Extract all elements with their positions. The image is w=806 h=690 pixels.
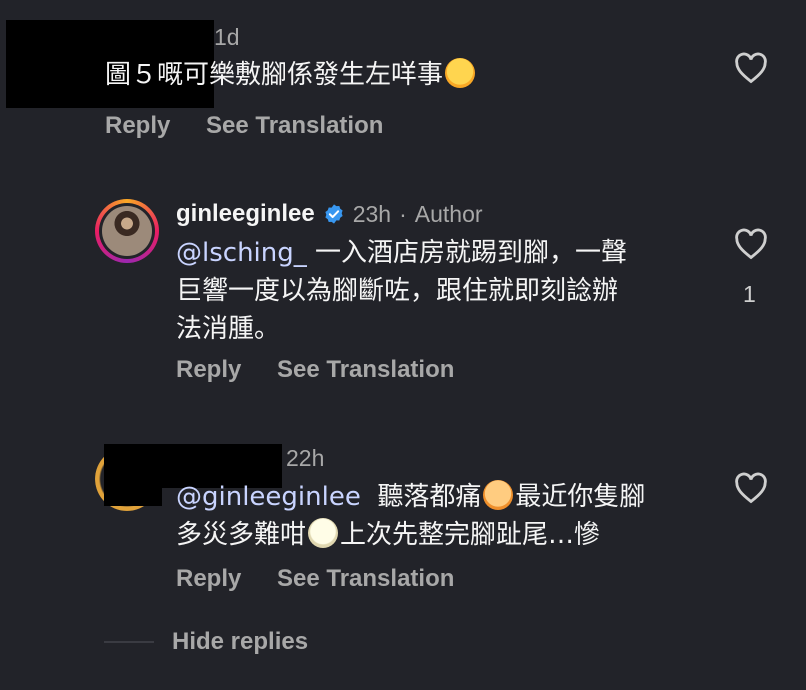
reply-button[interactable]: Reply <box>176 565 241 593</box>
like-heart-icon[interactable] <box>734 52 768 84</box>
redacted-username-extension <box>104 486 162 506</box>
comment-header: ginleeginlee 23h · Author <box>176 200 483 228</box>
comment-text: @lsching_ 一入酒店房就踢到腳，一聲 巨響一度以為腳斷咗，跟住就即刻諗辦… <box>176 238 628 344</box>
avatar-photo <box>102 206 152 256</box>
hide-replies-button[interactable]: Hide replies <box>172 628 308 656</box>
reply-button[interactable]: Reply <box>176 356 241 384</box>
replies-divider <box>104 641 154 643</box>
separator-dot: · <box>399 200 407 227</box>
comment-text: @ginleeginlee 聽落都痛 最近你隻腳 多災多難咁 上次先整完腳趾尾…慘 <box>176 480 646 550</box>
comment-timestamp: 22h <box>286 445 325 471</box>
like-heart-icon[interactable] <box>734 472 768 504</box>
see-translation-button[interactable]: See Translation <box>277 356 454 384</box>
username-link[interactable]: ginleeginlee <box>176 200 315 228</box>
like-heart-icon[interactable] <box>734 228 768 260</box>
reply-button[interactable]: Reply <box>105 112 170 140</box>
comment-text: 圖５嘅可樂敷腳係發生左咩事 <box>105 56 477 94</box>
see-translation-button[interactable]: See Translation <box>206 112 383 140</box>
comment-text-content: 圖５嘅可樂敷腳係發生左咩事 <box>105 60 444 90</box>
cold-face-icon <box>308 518 339 548</box>
verified-badge-icon <box>325 204 343 224</box>
comment-timestamp: 23h <box>352 200 392 227</box>
see-translation-button[interactable]: See Translation <box>277 565 454 593</box>
mention-link[interactable]: @ginleeginlee <box>176 482 361 512</box>
face-with-tears-of-joy-icon <box>445 58 476 88</box>
like-count: 1 <box>743 281 756 307</box>
avatar[interactable] <box>95 199 159 263</box>
face-screaming-in-fear-icon <box>483 480 514 510</box>
author-badge: Author <box>414 200 483 227</box>
comment-timestamp: 1d <box>214 24 240 50</box>
mention-link[interactable]: @lsching_ <box>176 238 307 268</box>
